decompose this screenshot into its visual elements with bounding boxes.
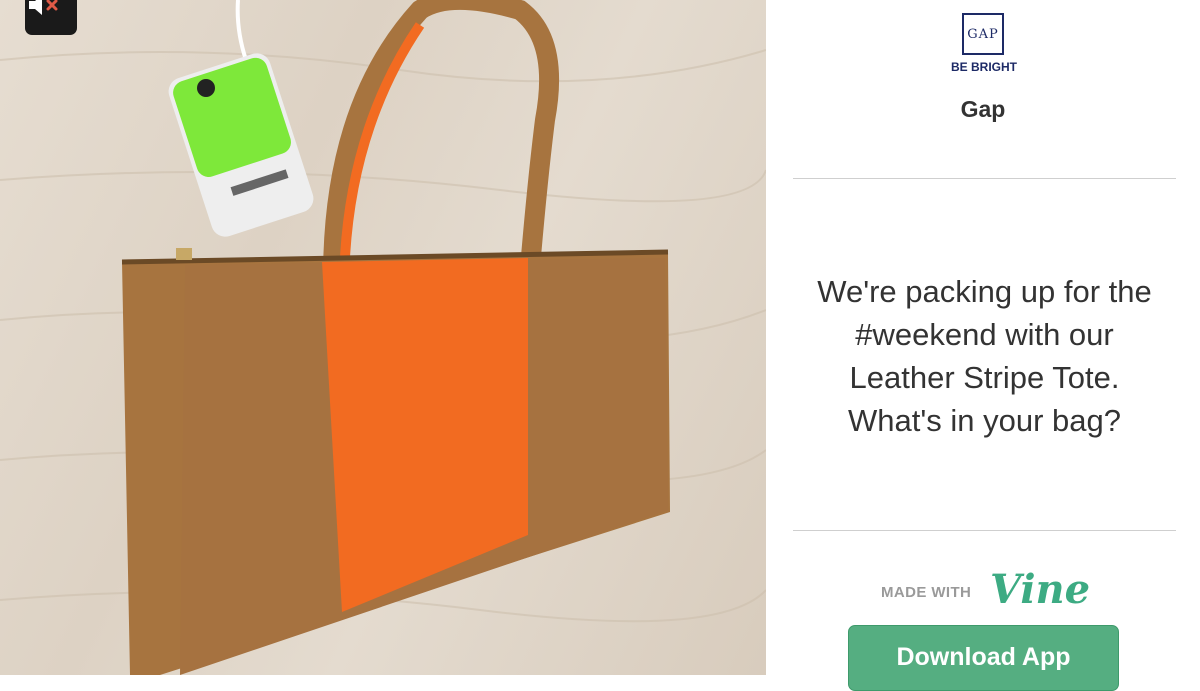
caption-line: #weekend with our: [855, 317, 1114, 352]
divider-top: [793, 178, 1176, 179]
caption-line: We're packing up for the: [817, 274, 1152, 309]
download-app-button[interactable]: Download App: [848, 625, 1119, 691]
post-sidebar: GAP BE BRIGHT Gap We're packing up for t…: [766, 0, 1200, 691]
caption-line: What's in your bag?: [847, 403, 1121, 438]
vine-logo[interactable]: Vine: [990, 566, 1090, 613]
speaker-muted-icon: [29, 0, 58, 15]
post-caption: We're packing up for the #weekend with o…: [786, 270, 1183, 442]
phone-image: [168, 53, 314, 237]
gap-logo[interactable]: GAP: [962, 13, 1004, 55]
video-frame: [0, 0, 766, 675]
tote-bag-image: [121, 248, 670, 675]
video-player[interactable]: [0, 0, 766, 675]
brand-tagline: BE BRIGHT: [951, 60, 1017, 74]
brand-name-link[interactable]: Gap: [883, 96, 1083, 123]
mute-toggle-button[interactable]: [25, 0, 77, 35]
caption-line: Leather Stripe Tote.: [849, 360, 1120, 395]
made-with-label: MADE WITH: [881, 584, 972, 601]
divider-bottom: [793, 530, 1176, 531]
